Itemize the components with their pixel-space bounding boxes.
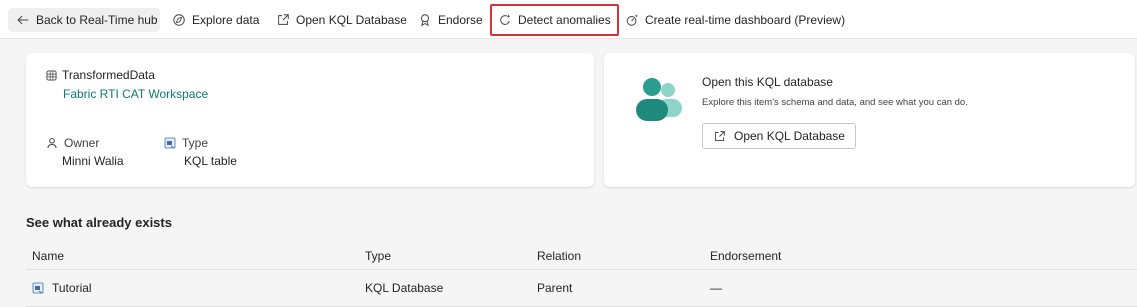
column-header-relation[interactable]: Relation	[537, 243, 581, 269]
table-header-row: Name Type Relation Endorsement	[26, 243, 1137, 270]
open-card-title: Open this KQL database	[702, 75, 833, 89]
column-header-name[interactable]: Name	[32, 243, 64, 269]
table-row[interactable]: Tutorial KQL Database Parent —	[26, 270, 1137, 307]
type-label: Type	[182, 136, 209, 150]
table-grid-icon	[46, 69, 57, 81]
row-name-cell[interactable]: Tutorial	[32, 270, 92, 306]
row-name: Tutorial	[52, 281, 92, 295]
owner-label: Owner	[64, 136, 100, 150]
owner-field: Owner Minni Walia	[46, 136, 124, 168]
open-card-description: Explore this item's schema and data, and…	[702, 97, 968, 108]
command-bar: Back to Real-Time hub Explore data Open …	[0, 0, 1137, 39]
explore-label: Explore data	[192, 13, 260, 27]
item-title: TransformedData	[46, 68, 155, 82]
back-to-real-time-hub-button[interactable]: Back to Real-Time hub	[8, 8, 160, 32]
workspace-link[interactable]: Fabric RTI CAT Workspace	[63, 87, 208, 101]
row-relation: Parent	[537, 281, 573, 295]
explore-data-button[interactable]: Explore data	[172, 8, 259, 32]
kql-database-icon	[32, 282, 44, 294]
type-value: KQL table	[184, 154, 237, 168]
column-header-endorsement[interactable]: Endorsement	[710, 243, 781, 269]
endorse-label: Endorse	[438, 13, 483, 27]
detect-label: Detect anomalies	[518, 13, 611, 27]
kql-table-icon	[164, 137, 176, 149]
dashboard-label: Create real-time dashboard (Preview)	[645, 13, 846, 27]
ribbon-icon	[421, 14, 429, 27]
type-field: Type KQL table	[164, 136, 237, 168]
open-kql-database-toolbar-button[interactable]: Open KQL Database	[276, 8, 407, 32]
explore-icon	[173, 14, 185, 26]
related-items-table: Name Type Relation Endorsement Tutorial …	[26, 243, 1137, 307]
open-kql-database-button[interactable]: Open KQL Database	[702, 123, 856, 149]
detect-anomalies-button[interactable]: Detect anomalies	[490, 4, 619, 36]
people-illustration-icon	[636, 78, 682, 121]
open-kql-label: Open KQL Database	[296, 13, 407, 27]
row-type: KQL Database	[365, 281, 444, 295]
dashboard-sparkle-icon	[626, 14, 638, 26]
back-label: Back to Real-Time hub	[36, 13, 158, 27]
section-title: See what already exists	[26, 215, 172, 230]
item-info-card: TransformedData Fabric RTI CAT Workspace…	[26, 53, 594, 187]
open-external-icon	[278, 14, 289, 25]
anomaly-sparkle-icon	[500, 14, 511, 25]
person-icon	[47, 138, 57, 149]
arrow-left-icon	[17, 15, 29, 25]
owner-value: Minni Walia	[62, 154, 124, 168]
column-header-type[interactable]: Type	[365, 243, 391, 269]
row-endorsement: —	[710, 281, 722, 295]
endorse-button[interactable]: Endorse	[418, 8, 483, 32]
create-dashboard-button[interactable]: Create real-time dashboard (Preview)	[625, 8, 845, 32]
item-name: TransformedData	[62, 68, 155, 82]
open-button-label: Open KQL Database	[734, 129, 845, 143]
open-external-icon	[714, 130, 725, 141]
open-kql-card: Open this KQL database Explore this item…	[604, 53, 1135, 187]
